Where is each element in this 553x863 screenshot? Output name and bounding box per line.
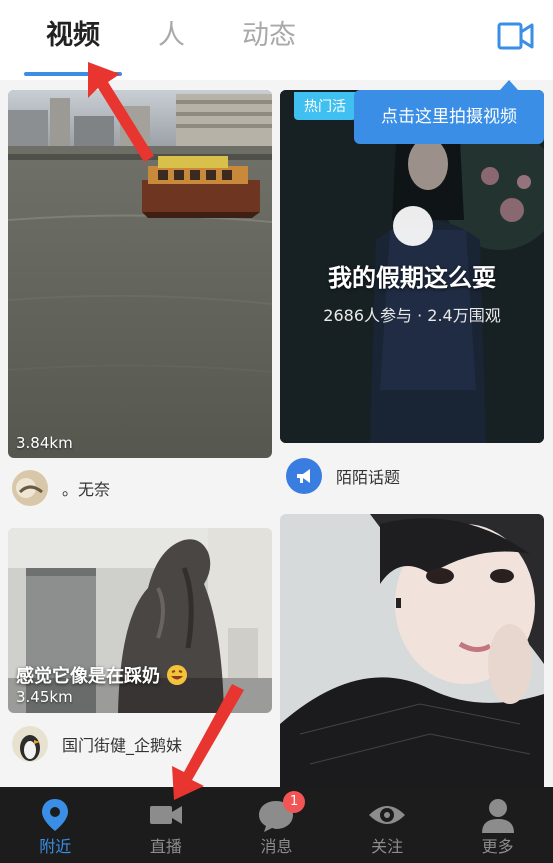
video-thumbnail	[8, 90, 272, 458]
video-thumbnail	[280, 514, 544, 799]
avatar	[12, 726, 48, 762]
play-icon	[393, 206, 433, 246]
megaphone-icon	[286, 458, 322, 494]
eye-icon	[369, 806, 406, 824]
nav-label: 更多	[481, 837, 514, 856]
topic-title: 我的假期这么耍	[328, 264, 496, 292]
nav-more[interactable]: 更多	[442, 787, 553, 863]
tab-feed[interactable]: 动态	[242, 16, 296, 56]
top-tab-bar: 视频 人 动态	[0, 0, 553, 80]
hot-topic-badge: 热门活	[294, 92, 356, 120]
nav-following[interactable]: 关注	[332, 787, 443, 863]
bottom-navigation: 附近 直播 1 消息 关注 更多	[0, 787, 553, 863]
video-card-portrait[interactable]	[280, 514, 544, 799]
nav-live[interactable]: 直播	[111, 787, 222, 863]
nav-label: 附近	[39, 837, 72, 856]
topic-source-row[interactable]: 陌陌话题	[286, 458, 400, 494]
location-pin-icon	[42, 799, 69, 831]
card-user-row[interactable]: 。无奈	[12, 470, 110, 506]
topic-source-label: 陌陌话题	[336, 468, 401, 487]
avatar	[12, 470, 48, 506]
nav-nearby[interactable]: 附近	[0, 787, 111, 863]
nav-label: 直播	[149, 837, 182, 856]
nav-label: 关注	[371, 837, 404, 856]
video-camera-icon	[149, 806, 182, 824]
tab-people[interactable]: 人	[158, 16, 185, 56]
username: 国门街健_企鹅妹	[62, 736, 183, 755]
distance-label: 3.84km	[16, 434, 73, 452]
active-tab-indicator	[24, 72, 122, 76]
tooltip-arrow	[500, 80, 518, 90]
distance-label: 3.45km	[16, 688, 73, 706]
record-video-button[interactable]	[496, 18, 536, 54]
username: 。无奈	[62, 480, 111, 499]
video-caption: 感觉它像是在踩奶	[16, 662, 188, 688]
laughing-emoji-icon	[167, 665, 188, 685]
person-icon	[481, 799, 514, 833]
video-card-boat[interactable]: 3.84km	[8, 90, 272, 458]
record-tooltip: 点击这里拍摄视频	[354, 90, 544, 144]
tab-video[interactable]: 视频	[46, 16, 100, 56]
nav-messages[interactable]: 1 消息	[221, 787, 332, 863]
nav-label: 消息	[260, 837, 293, 856]
card-user-row[interactable]: 国门街健_企鹅妹	[12, 726, 182, 762]
video-camera-icon	[497, 22, 534, 50]
video-card-cat[interactable]: 感觉它像是在踩奶 3.45km	[8, 528, 272, 713]
unread-badge: 1	[283, 791, 306, 813]
topic-stats: 2686人参与 · 2.4万围观	[323, 306, 501, 325]
